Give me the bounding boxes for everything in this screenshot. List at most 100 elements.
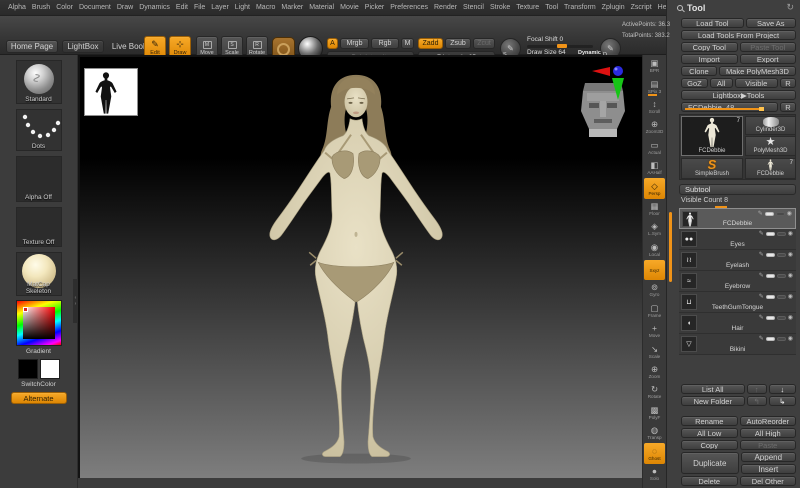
eye-icon[interactable]: ◉ [787,211,792,217]
subtool-scrollbar[interactable] [669,212,672,282]
all-button[interactable]: All [710,78,733,88]
polypaint-icon[interactable]: ✎ [759,336,764,342]
copy-button[interactable]: Copy [681,440,738,450]
right-shelf-button[interactable]: ⊚ Gyro [643,280,666,300]
menu-item[interactable]: Picker [365,4,384,11]
right-shelf-button[interactable]: + Move [643,321,666,341]
current-brush-tile[interactable]: ∿ Standard [16,60,62,104]
tool-thumb-cylinder3d[interactable]: Cylinder3D [745,116,796,135]
right-shelf-button[interactable]: ⊕ Zoom [643,362,666,382]
new-folder-button[interactable]: New Folder [681,396,745,406]
all-low-button[interactable]: All Low [681,428,738,438]
all-high-button[interactable]: All High [740,428,797,438]
tool-thumb-polymesh3d[interactable]: ★ PolyMesh3D [745,136,796,156]
polypaint-icon[interactable]: ✎ [759,273,764,279]
polypaint-icon[interactable]: ✎ [759,294,764,300]
current-alpha-tile[interactable]: Alpha Off [16,156,62,202]
subtool-item[interactable]: ●● ✎ ◉ Eyes [679,229,796,250]
right-shelf-button[interactable]: ◌ Ghost [644,443,665,463]
zcut-button[interactable]: Zcut [473,38,495,49]
tool-palette-header[interactable]: Tool ↻ [667,0,800,16]
menu-item[interactable]: Light [235,4,250,11]
visible-button[interactable]: Visible [735,78,778,88]
eye-icon[interactable]: ◉ [788,336,793,342]
subtool-item[interactable]: ≈ ✎ ◉ Eyebrow [679,271,796,292]
toggle-off[interactable] [777,316,786,320]
menu-item[interactable]: Marker [281,4,303,11]
load-tools-from-project-button[interactable]: Load Tools From Project [681,30,796,40]
menu-item[interactable]: Stroke [490,4,510,11]
polypaint-icon[interactable]: ✎ [758,211,763,217]
current-stroke-tile[interactable]: Dots [16,109,62,151]
menu-item[interactable]: Alpha [8,4,26,11]
right-shelf-button[interactable]: ↕ Scroll [643,97,666,117]
menu-item[interactable]: Stencil [463,4,484,11]
move-out-button[interactable]: ↰ [747,396,767,406]
current-material-tile[interactable]: MatCap Skeleton [16,252,62,296]
goz-button[interactable]: GoZ [681,78,708,88]
active-tool-slider[interactable]: FCDebbie. 48 [681,102,778,112]
menu-item[interactable]: File [194,4,205,11]
main-color-swatch[interactable] [18,359,38,379]
menu-item[interactable]: Brush [32,4,50,11]
zsub-button[interactable]: Zsub [445,38,471,49]
polypaint-icon[interactable]: ✎ [759,252,764,258]
right-shelf-button[interactable]: ▭ Actual [643,138,666,158]
secondary-color-swatch[interactable] [40,359,60,379]
move-in-button[interactable]: ↳ [769,396,796,406]
insert-button[interactable]: Insert [741,464,797,474]
rename-button[interactable]: Rename [681,416,738,426]
visible-count-slider[interactable]: Visible Count 8 [681,197,728,204]
tool-thumb-simplebrush[interactable]: S SimpleBrush [681,158,743,179]
rgb-button[interactable]: Rgb [371,38,399,49]
subtool-item[interactable]: ▽ ✎ ◉ Bikini [679,334,796,355]
right-shelf-button[interactable]: ▦ Floor [643,199,666,219]
subtool-item[interactable]: ✎ ◉ FCDebbie [679,208,796,229]
menu-item[interactable]: Preferences [390,4,428,11]
axis-indicator[interactable] [588,62,638,107]
lightbox-button[interactable]: LightBox [62,40,104,53]
eye-icon[interactable]: ◉ [788,273,793,279]
menu-item[interactable]: Transform [564,4,596,11]
slider-handle[interactable] [759,107,764,111]
menu-item[interactable]: Zscript [631,4,652,11]
lightbox-tools-button[interactable]: Lightbox▶Tools [681,90,796,100]
right-shelf-button[interactable]: ▩ PolyF [643,403,666,423]
export-button[interactable]: Export [740,54,797,64]
menu-item[interactable]: Texture [516,4,539,11]
toggle-off[interactable] [777,253,786,257]
goz-r-button[interactable]: R [780,78,796,88]
eye-icon[interactable]: ◉ [788,315,793,321]
current-texture-tile[interactable]: Texture Off [16,207,62,247]
right-shelf-button[interactable]: ◍ Transp [643,423,666,443]
toggle-off[interactable] [776,212,785,216]
document-canvas[interactable] [78,55,642,478]
menu-item[interactable]: Draw [117,4,133,11]
autoreorder-button[interactable]: AutoReorder [740,416,797,426]
menu-item[interactable]: Edit [176,4,188,11]
mrgb-button[interactable]: Mrgb [340,38,369,49]
clone-button[interactable]: Clone [681,66,717,76]
subtool-item[interactable]: ≀≀ ✎ ◉ Eyelash [679,250,796,271]
right-shelf-button[interactable]: ↻ Rotate [643,382,666,402]
right-shelf-button[interactable]: Sxyz [644,260,665,280]
eye-icon[interactable]: ◉ [788,231,793,237]
tool-thumb-fcdebbie[interactable]: FCDebbie 7 [681,116,743,156]
subtool-section-header[interactable]: Subtool [679,184,796,195]
eye-icon[interactable]: ◉ [788,294,793,300]
menu-item[interactable]: Material [309,4,334,11]
subtool-item[interactable]: ◖ ✎ ◉ Hair [679,313,796,334]
m-button[interactable]: M [401,38,414,49]
append-button[interactable]: Append [741,452,797,462]
toggle-off[interactable] [777,337,786,341]
menu-item[interactable]: Layer [211,4,229,11]
menu-item[interactable]: Document [79,4,111,11]
right-shelf-button[interactable]: ◈ L.Sym [643,219,666,239]
paste-tool-button[interactable]: Paste Tool [740,42,797,52]
model-figure[interactable] [80,57,642,478]
delete-button[interactable]: Delete [681,476,738,486]
make-polymesh3d-button[interactable]: Make PolyMesh3D [719,66,796,76]
alternate-button[interactable]: Alternate [11,392,67,404]
right-shelf-button[interactable]: ▣ BPR [643,56,666,76]
eye-icon[interactable]: ◉ [788,252,793,258]
